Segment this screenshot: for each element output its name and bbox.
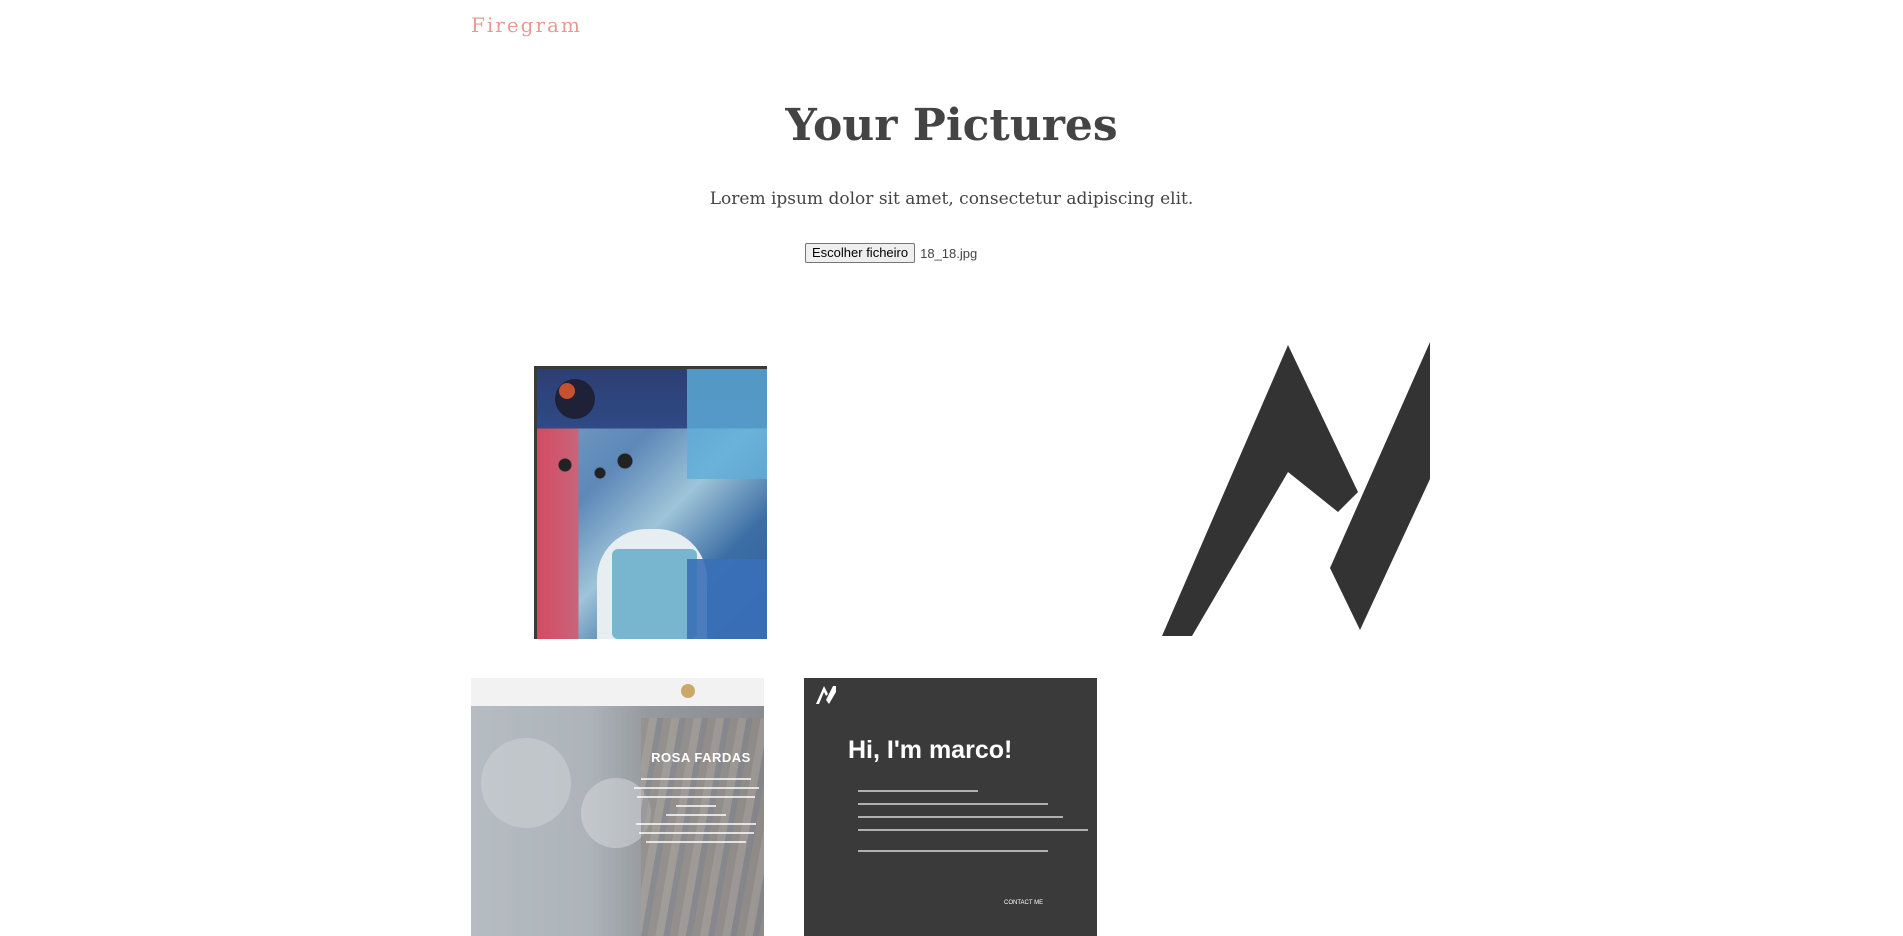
gallery-image-logo[interactable] bbox=[1162, 342, 1430, 636]
page-title: Your Pictures bbox=[785, 100, 1118, 151]
m-logo-icon bbox=[816, 686, 836, 704]
choose-file-button[interactable]: Escolher ficheiro bbox=[805, 243, 916, 263]
m-logo-icon bbox=[1162, 342, 1430, 636]
selected-file-name: 18_18.jpg bbox=[920, 245, 978, 261]
gallery-image-collage[interactable] bbox=[534, 366, 767, 639]
gallery-image-rosa-fardas[interactable]: ROSA FARDAS bbox=[471, 678, 764, 936]
collage-shape bbox=[687, 369, 767, 479]
screenshot-topbar bbox=[471, 678, 764, 706]
text-lines bbox=[631, 778, 761, 850]
text-lines bbox=[858, 790, 1088, 842]
collage-shape bbox=[545, 449, 645, 489]
collage-shape bbox=[559, 383, 575, 399]
gallery-image-marco[interactable]: Hi, I'm marco! CONTACT ME bbox=[804, 678, 1097, 936]
brand-logo-link[interactable]: Firegram bbox=[471, 13, 582, 37]
contact-button: CONTACT ME bbox=[1004, 900, 1044, 906]
collage-shape bbox=[612, 549, 697, 639]
file-upload: Escolher ficheiro 18_18.jpg bbox=[805, 243, 977, 263]
collage-shape bbox=[687, 559, 767, 639]
marco-heading: Hi, I'm marco! bbox=[848, 736, 1013, 764]
text-lines bbox=[858, 850, 1088, 863]
site-logo-icon bbox=[681, 684, 695, 698]
page-subtitle: Lorem ipsum dolor sit amet, consectetur … bbox=[709, 189, 1194, 209]
rosa-heading: ROSA FARDAS bbox=[651, 750, 751, 765]
